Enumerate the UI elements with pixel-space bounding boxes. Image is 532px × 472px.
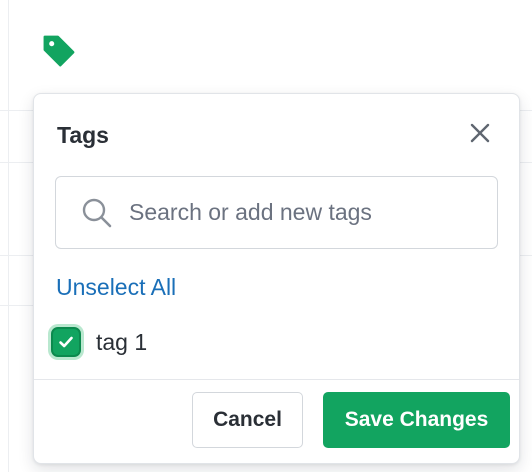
tags-popover: Tags Unselect All — [33, 93, 520, 464]
check-icon — [59, 336, 73, 348]
search-field — [55, 176, 498, 249]
unselect-all-link[interactable]: Unselect All — [56, 274, 176, 301]
tags-trigger-button[interactable] — [36, 30, 82, 76]
background-row-divider — [520, 110, 532, 111]
background-row-divider — [520, 255, 532, 256]
tag-option[interactable]: tag 1 — [51, 322, 147, 362]
background-row-divider — [0, 162, 33, 163]
background-row-divider — [0, 255, 33, 256]
popover-title: Tags — [57, 122, 109, 148]
page: Tags Unselect All — [0, 0, 532, 472]
tag-icon — [40, 32, 78, 75]
search-input[interactable] — [127, 191, 497, 234]
background-row-divider — [0, 305, 33, 306]
background-row-divider — [520, 162, 532, 163]
background-divider — [8, 0, 9, 472]
footer-divider — [34, 379, 519, 380]
search-icon — [80, 196, 114, 230]
cancel-button[interactable]: Cancel — [192, 392, 303, 448]
close-icon — [469, 122, 491, 149]
tag-checkbox[interactable] — [51, 327, 81, 357]
tag-label: tag 1 — [96, 328, 148, 355]
close-button[interactable] — [466, 121, 494, 149]
save-changes-button[interactable]: Save Changes — [323, 392, 510, 448]
background-row-divider — [0, 110, 33, 111]
